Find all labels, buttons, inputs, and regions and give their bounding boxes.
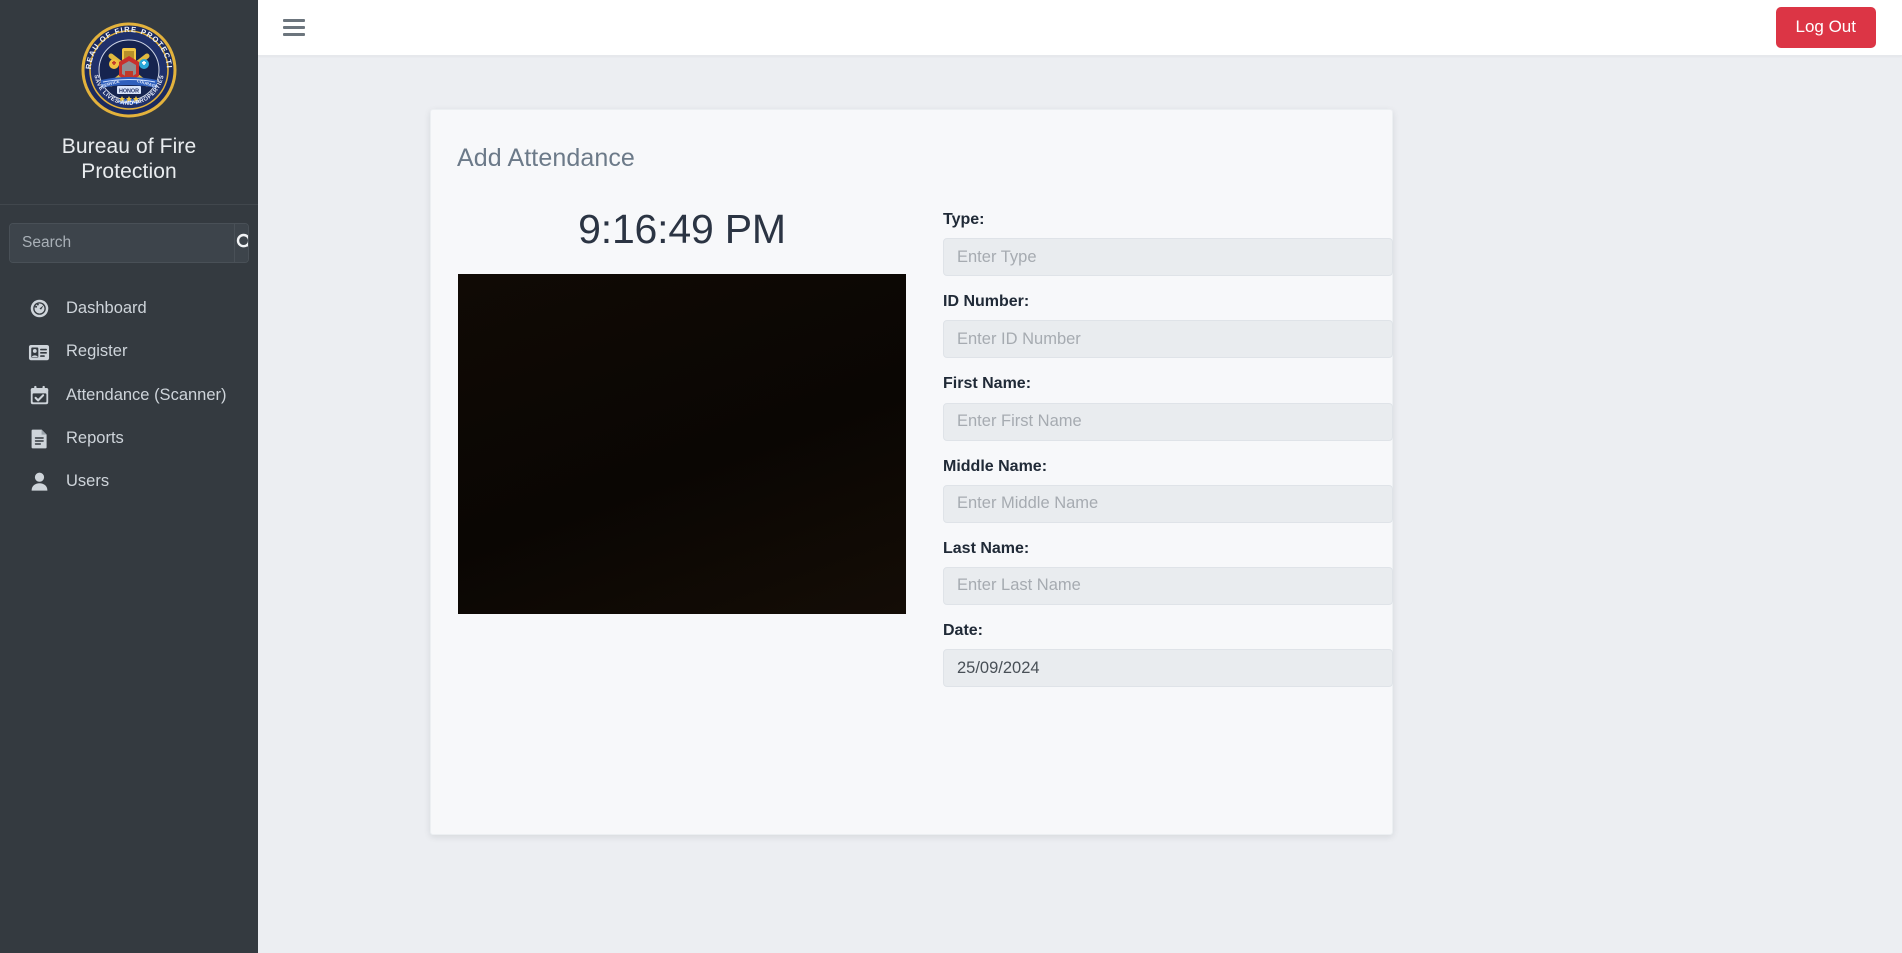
- date-input[interactable]: [943, 649, 1393, 688]
- field-id-number: ID Number:: [943, 292, 1393, 359]
- id-card-icon: [28, 341, 50, 363]
- brand-title: Bureau of Fire Protection: [61, 135, 197, 184]
- middle-name-input[interactable]: [943, 484, 1393, 523]
- field-date: Date:: [943, 621, 1393, 688]
- date-label: Date:: [943, 621, 984, 639]
- user-icon: [28, 470, 50, 492]
- add-attendance-card: Add Attendance 9:16:49 PM Type: ID Numbe…: [430, 109, 1393, 835]
- sidebar-search: [9, 223, 249, 264]
- sidebar-item-label: Users: [66, 471, 110, 490]
- main-area: Log Out Add Attendance 9:16:49 PM Type:: [258, 0, 1902, 953]
- first-name-label: First Name:: [943, 375, 1032, 393]
- attendance-form: Type: ID Number: First Name: Mid: [924, 207, 1393, 703]
- svg-text:HONOR: HONOR: [119, 89, 139, 95]
- last-name-label: Last Name:: [943, 539, 1030, 557]
- field-type: Type:: [943, 210, 1393, 277]
- bfp-seal-logo: HONOR SERVICE COURAGE PHILIPPINES BUREAU…: [77, 15, 177, 118]
- first-name-input[interactable]: [943, 402, 1393, 441]
- hamburger-bar: [283, 26, 305, 29]
- app-root: HONOR SERVICE COURAGE PHILIPPINES BUREAU…: [0, 0, 1902, 953]
- last-name-input[interactable]: [943, 566, 1393, 605]
- dashboard-gauge-icon: [28, 298, 50, 320]
- id-number-label: ID Number:: [943, 293, 1030, 311]
- sidebar-item-users[interactable]: Users: [0, 460, 258, 503]
- card-body: 9:16:49 PM Type: ID Number:: [457, 206, 1393, 703]
- sidebar: HONOR SERVICE COURAGE PHILIPPINES BUREAU…: [0, 0, 258, 953]
- middle-name-label: Middle Name:: [943, 457, 1048, 475]
- live-clock: 9:16:49 PM: [578, 206, 786, 252]
- sidebar-item-attendance-scanner[interactable]: Attendance (Scanner): [0, 374, 258, 417]
- sidebar-item-label: Attendance (Scanner): [66, 385, 227, 404]
- sidebar-item-register[interactable]: Register: [0, 330, 258, 373]
- page-title: Add Attendance: [457, 144, 635, 172]
- field-middle-name: Middle Name:: [943, 457, 1393, 523]
- camera-feed[interactable]: [458, 274, 906, 615]
- hamburger-bar: [283, 33, 305, 36]
- search-input[interactable]: [10, 224, 234, 263]
- page-content: Add Attendance 9:16:49 PM Type: ID Numbe…: [258, 56, 1902, 953]
- sidebar-item-label: Register: [66, 342, 128, 361]
- type-label: Type:: [943, 211, 985, 228]
- search-icon: [235, 232, 248, 255]
- sidebar-nav: Dashboard Register Attendance (Scanner) …: [0, 287, 258, 502]
- logout-button[interactable]: Log Out: [1775, 7, 1876, 48]
- hamburger-menu-icon[interactable]: [280, 13, 310, 43]
- type-input[interactable]: [943, 238, 1393, 277]
- sidebar-item-label: Reports: [66, 428, 124, 447]
- sidebar-item-dashboard[interactable]: Dashboard: [0, 287, 258, 330]
- calendar-check-icon: [28, 384, 50, 406]
- sidebar-item-label: Dashboard: [66, 299, 147, 318]
- sidebar-brand: HONOR SERVICE COURAGE PHILIPPINES BUREAU…: [0, 0, 258, 206]
- scanner-column: 9:16:49 PM: [458, 206, 906, 703]
- search-button[interactable]: [234, 224, 248, 263]
- field-first-name: First Name:: [943, 374, 1393, 441]
- hamburger-bar: [283, 19, 305, 22]
- sidebar-item-reports[interactable]: Reports: [0, 417, 258, 460]
- document-lines-icon: [28, 427, 50, 449]
- topbar: Log Out: [258, 0, 1902, 56]
- field-last-name: Last Name:: [943, 539, 1393, 605]
- id-number-input[interactable]: [943, 320, 1393, 359]
